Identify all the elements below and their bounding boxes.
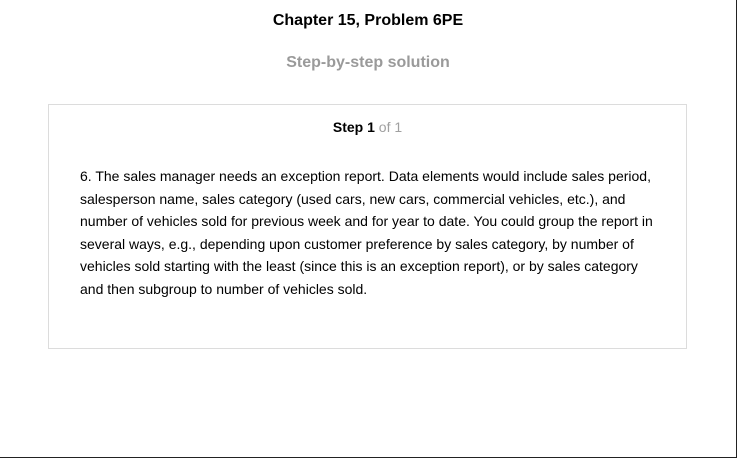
step-number: 1 [367, 119, 375, 135]
solution-page: Chapter 15, Problem 6PE Step-by-step sol… [0, 0, 737, 458]
page-title: Chapter 15, Problem 6PE [272, 12, 464, 29]
step-count: of 1 [378, 119, 403, 135]
step-body-text: 6. The sales manager needs an exception … [80, 168, 653, 297]
step-card: Step 1 of 1 6. The sales manager needs a… [48, 104, 687, 349]
step-label: Step [332, 119, 364, 135]
step-header: Step 1 of 1 [49, 119, 686, 135]
solution-subtitle: Step-by-step solution [286, 54, 450, 71]
